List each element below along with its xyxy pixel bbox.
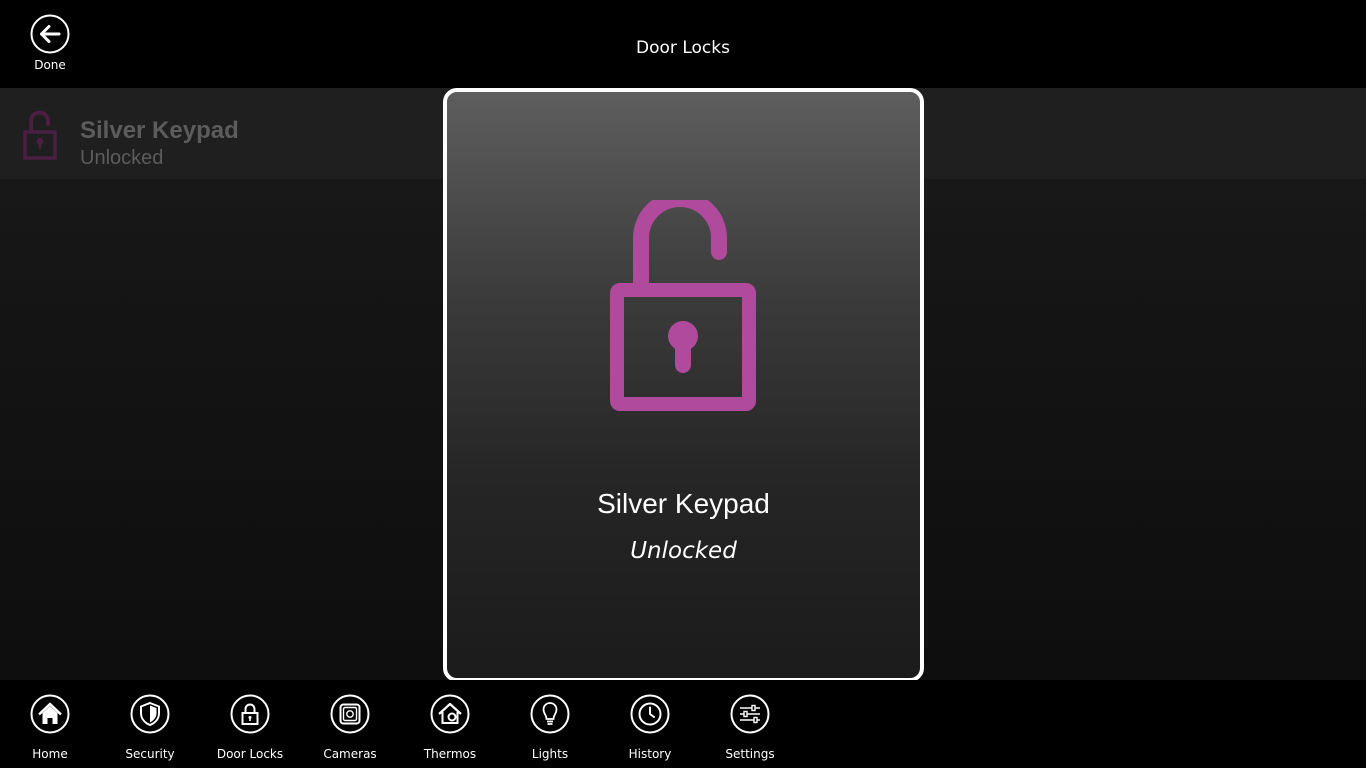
nav-label: Door Locks [216, 747, 284, 761]
done-label: Done [34, 58, 66, 72]
nav-label: History [628, 747, 672, 761]
lock-status: Unlocked [80, 147, 164, 169]
app-window: Done Door Locks Silver Keypad Unlocked S… [0, 0, 1366, 768]
modal-lock-name: Silver Keypad [597, 488, 770, 519]
nav-label: Thermos [423, 747, 477, 761]
nav-home[interactable]: Home [0, 694, 100, 761]
lock-detail-modal: Silver Keypad Unlocked [443, 88, 924, 682]
thermostat-icon [430, 694, 470, 734]
lock-icon [230, 694, 270, 734]
nav-door-locks[interactable]: Door Locks [200, 694, 300, 761]
nav-label: Settings [725, 747, 775, 761]
modal-lock-status: Unlocked [630, 538, 737, 564]
lightbulb-icon [530, 694, 570, 734]
bottom-nav-bar: Home Security Door Locks Cameras Thermos… [0, 680, 1366, 768]
nav-label: Security [125, 747, 175, 761]
shield-icon [130, 694, 170, 734]
nav-lights[interactable]: Lights [500, 694, 600, 761]
nav-settings[interactable]: Settings [700, 694, 800, 761]
nav-label: Home [32, 747, 68, 761]
page-title: Door Locks [636, 38, 730, 58]
nav-label: Cameras [323, 747, 377, 761]
nav-security[interactable]: Security [100, 694, 200, 761]
lock-name: Silver Keypad [80, 117, 239, 144]
unlocked-padlock-icon[interactable] [607, 200, 759, 416]
nav-label: Lights [531, 747, 569, 761]
unlocked-padlock-icon [23, 110, 57, 160]
clock-icon [630, 694, 670, 734]
nav-history[interactable]: History [600, 694, 700, 761]
camera-icon [330, 694, 370, 734]
home-icon [30, 694, 70, 734]
sliders-icon [730, 694, 770, 734]
nav-cameras[interactable]: Cameras [300, 694, 400, 761]
nav-thermos[interactable]: Thermos [400, 694, 500, 761]
header-bar: Done Door Locks [0, 0, 1366, 88]
